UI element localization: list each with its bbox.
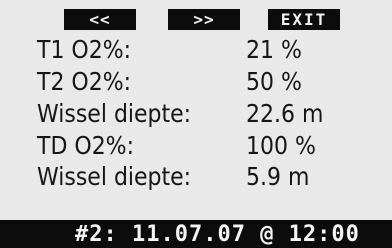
list-item-t2-o2: T2 O2%: 50 % <box>0 67 392 97</box>
list-item-t2-switch-depth: Wissel diepte: 22.6 m <box>0 99 392 129</box>
dive-number-datetime: #2: 11.07.07 @ 12:00 <box>75 222 360 247</box>
t1-o2-value: 21 % <box>246 35 302 64</box>
previous-button[interactable]: << <box>64 9 136 30</box>
next-button[interactable]: >> <box>168 9 240 30</box>
exit-button[interactable]: EXIT <box>268 9 340 30</box>
td-switch-depth-label: Wissel diepte: <box>37 162 192 191</box>
list-item-t1-o2: T1 O2%: 21 % <box>0 35 392 65</box>
t2-o2-value: 50 % <box>246 67 302 96</box>
list-item-td-switch-depth: Wissel diepte: 5.9 m <box>0 162 392 192</box>
td-o2-label: TD O2%: <box>37 131 135 160</box>
t2-switch-depth-label: Wissel diepte: <box>37 99 192 128</box>
softkey-bar: << >> EXIT <box>0 9 392 30</box>
t2-switch-depth-value: 22.6 m <box>246 99 324 128</box>
list-item-td-o2: TD O2%: 100 % <box>0 131 392 161</box>
dive-info-bar: #2: 11.07.07 @ 12:00 <box>0 220 392 248</box>
td-switch-depth-value: 5.9 m <box>246 162 310 191</box>
t2-o2-label: T2 O2%: <box>37 67 132 96</box>
td-o2-value: 100 % <box>246 131 316 160</box>
dive-computer-display: << >> EXIT T1 O2%: 21 % T2 O2%: 50 % Wis… <box>0 0 392 248</box>
t1-o2-label: T1 O2%: <box>37 35 132 64</box>
